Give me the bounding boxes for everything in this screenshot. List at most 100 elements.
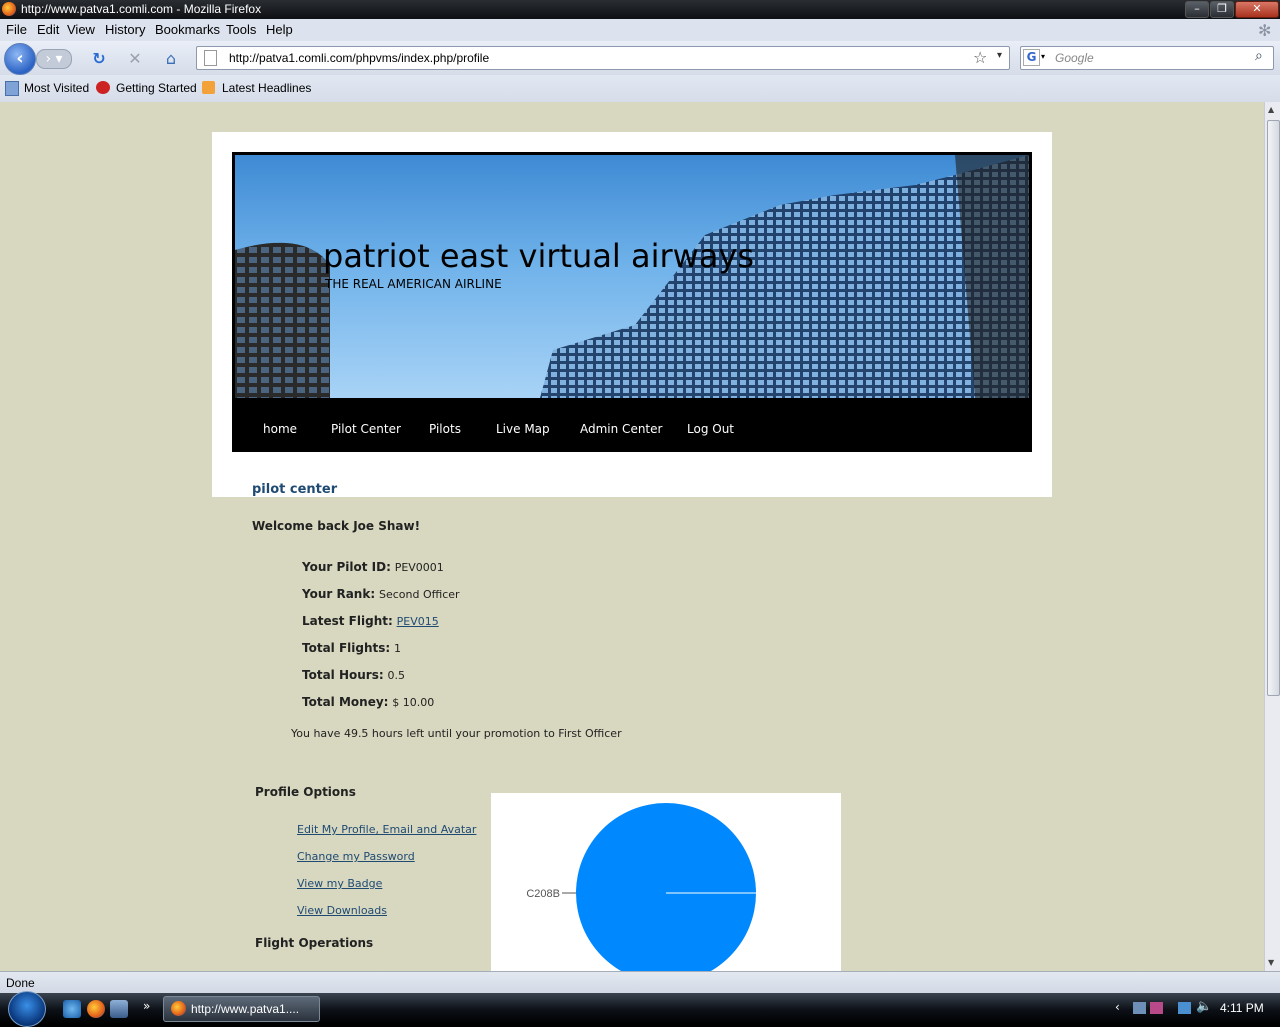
search-icon[interactable]: ⌕ <box>1255 48 1263 64</box>
quicklaunch-more-icon[interactable]: » <box>143 999 150 1013</box>
bookmark-getting-started[interactable]: Getting Started <box>116 81 197 95</box>
page-icon <box>204 50 217 66</box>
vertical-scrollbar[interactable]: ▲ ▼ <box>1264 102 1280 971</box>
stat-total-hours: Total Hours: 0.5 <box>302 668 405 682</box>
reload-icon[interactable]: ↻ <box>90 50 108 68</box>
stat-total-flights: Total Flights: 1 <box>302 641 401 655</box>
network-icon[interactable] <box>1178 1002 1191 1014</box>
pie-slice <box>576 803 756 971</box>
firefox-icon <box>171 1001 186 1016</box>
nav-admin-center[interactable]: Admin Center <box>580 422 662 436</box>
flight-operations-heading: Flight Operations <box>255 936 374 950</box>
windows-taskbar: » http://www.patva1.... ‹ 🔈 4:11 PM <box>0 991 1280 1027</box>
menu-help[interactable]: Help <box>266 22 293 37</box>
pie-slice-label: C208B <box>526 888 560 900</box>
banner-image: patriot east virtual airways THE REAL AM… <box>235 155 1029 398</box>
most-visited-icon <box>5 81 19 96</box>
statusbar: Done <box>0 971 1280 994</box>
navigation-toolbar: ‹ › ▾ ↻ ✕ ⌂ http://patva1.comli.com/phpv… <box>0 41 1280 75</box>
aircraft-pie-chart: C208B <box>491 793 841 971</box>
internet-explorer-icon[interactable] <box>63 1000 81 1018</box>
site-tagline: THE REAL AMERICAN AIRLINE <box>325 277 502 291</box>
taskbar-window-title: http://www.patva1.... <box>191 1002 300 1016</box>
bookmarks-toolbar: Most Visited Getting Started Latest Head… <box>0 75 1280 103</box>
scroll-down-arrow-icon[interactable]: ▼ <box>1268 958 1274 967</box>
address-bar[interactable]: http://patva1.comli.com/phpvms/index.php… <box>196 46 1010 70</box>
back-button[interactable]: ‹ <box>4 43 36 75</box>
pie-chart-svg: C208B <box>526 803 756 971</box>
stat-value: 0.5 <box>387 669 405 682</box>
search-box[interactable]: G ▾ Google ⌕ <box>1020 46 1274 70</box>
menu-bookmarks[interactable]: Bookmarks <box>155 22 220 37</box>
throbber-icon: ✻ <box>1258 21 1272 40</box>
tray-app-icon[interactable] <box>1133 1002 1146 1014</box>
page-viewport: patriot east virtual airways THE REAL AM… <box>0 102 1264 971</box>
stat-pilot-id: Your Pilot ID: PEV0001 <box>302 560 444 574</box>
taskbar-clock[interactable]: 4:11 PM <box>1220 1001 1264 1015</box>
stat-value: PEV0001 <box>394 561 444 574</box>
url-dropdown-icon[interactable]: ▾ <box>997 50 1002 61</box>
site-nav: home Pilot Center Pilots Live Map Admin … <box>232 400 1032 452</box>
menu-tools[interactable]: Tools <box>226 22 256 37</box>
nav-pilot-center[interactable]: Pilot Center <box>331 422 401 436</box>
firefox-icon <box>2 2 16 16</box>
nav-home[interactable]: home <box>263 422 297 436</box>
show-desktop-icon[interactable] <box>110 1000 128 1018</box>
stat-value: $ 10.00 <box>392 696 435 709</box>
bookmark-most-visited[interactable]: Most Visited <box>24 81 89 95</box>
home-icon[interactable]: ⌂ <box>162 50 180 68</box>
menu-edit[interactable]: Edit <box>37 22 59 37</box>
firefox-quicklaunch-icon[interactable] <box>87 1000 105 1018</box>
maximize-button[interactable]: ❐ <box>1210 1 1234 18</box>
window-titlebar: http://www.patva1.comli.com - Mozilla Fi… <box>0 0 1280 19</box>
stat-label: Your Pilot ID: <box>302 560 391 574</box>
stat-total-money: Total Money: $ 10.00 <box>302 695 434 709</box>
taskbar-firefox-window[interactable]: http://www.patva1.... <box>163 996 320 1022</box>
view-downloads-link[interactable]: View Downloads <box>297 904 387 917</box>
site-banner: patriot east virtual airways THE REAL AM… <box>232 152 1032 400</box>
latest-flight-link[interactable]: PEV015 <box>397 615 439 628</box>
tray-expand-icon[interactable]: ‹ <box>1115 1000 1120 1014</box>
promotion-message: You have 49.5 hours left until your prom… <box>291 727 622 740</box>
window-title: http://www.patva1.comli.com - Mozilla Fi… <box>21 2 262 16</box>
stat-value: 1 <box>394 642 402 655</box>
bookmark-latest-headlines[interactable]: Latest Headlines <box>222 81 311 95</box>
tray-security-icon[interactable] <box>1150 1002 1163 1014</box>
stat-label: Total Hours: <box>302 668 384 682</box>
volume-icon[interactable]: 🔈 <box>1196 999 1212 1014</box>
url-text[interactable]: http://patva1.comli.com/phpvms/index.php… <box>229 51 489 65</box>
engine-dropdown-icon[interactable]: ▾ <box>1041 52 1045 61</box>
stat-label: Total Flights: <box>302 641 391 655</box>
view-badge-link[interactable]: View my Badge <box>297 877 382 890</box>
stat-label: Total Money: <box>302 695 389 709</box>
nav-live-map[interactable]: Live Map <box>496 422 550 436</box>
change-password-link[interactable]: Change my Password <box>297 850 415 863</box>
menubar: File Edit View History Bookmarks Tools H… <box>0 19 1280 41</box>
search-placeholder[interactable]: Google <box>1055 51 1094 65</box>
google-engine-icon[interactable]: G <box>1023 49 1040 66</box>
menu-file[interactable]: File <box>6 22 27 37</box>
menu-history[interactable]: History <box>105 22 145 37</box>
welcome-message: Welcome back Joe Shaw! <box>252 519 421 533</box>
bookmark-star-icon[interactable]: ☆ <box>973 48 987 67</box>
stat-label: Latest Flight: <box>302 614 393 628</box>
nav-pilots[interactable]: Pilots <box>429 422 461 436</box>
stat-latest-flight: Latest Flight: PEV015 <box>302 614 439 628</box>
getting-started-icon <box>96 81 110 94</box>
menu-view[interactable]: View <box>67 22 95 37</box>
stat-value: Second Officer <box>378 588 460 601</box>
stat-rank: Your Rank: Second Officer <box>302 587 460 601</box>
start-button[interactable] <box>8 991 46 1027</box>
minimize-button[interactable]: – <box>1185 1 1209 18</box>
stop-icon[interactable]: ✕ <box>126 50 144 68</box>
stat-label: Your Rank: <box>302 587 376 601</box>
edit-profile-link[interactable]: Edit My Profile, Email and Avatar <box>297 823 476 836</box>
close-button[interactable]: ✕ <box>1235 1 1279 18</box>
site-title: patriot east virtual airways <box>323 237 755 275</box>
scrollbar-thumb[interactable] <box>1267 120 1280 696</box>
page-heading: pilot center <box>252 482 338 497</box>
scroll-up-arrow-icon[interactable]: ▲ <box>1268 105 1274 114</box>
forward-button[interactable]: › ▾ <box>36 49 72 69</box>
nav-log-out[interactable]: Log Out <box>687 422 734 436</box>
status-text: Done <box>6 976 35 990</box>
